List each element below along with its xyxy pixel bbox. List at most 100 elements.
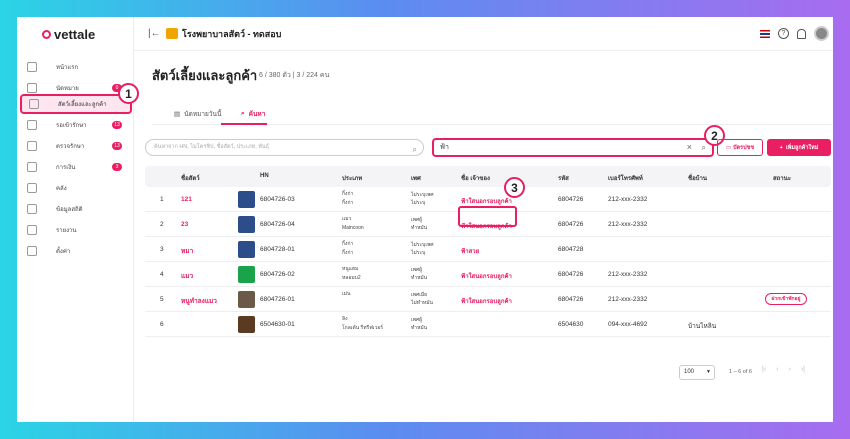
page-title: สัตว์เลี้ยงและลูกค้า (152, 68, 258, 83)
pet-name-link[interactable]: 23 (181, 221, 188, 228)
table-row[interactable]: 4 แมว 6804726-02 หนูแฮม หลอมบ2 เพศผู้ ทำหมัน ฟ้… (145, 262, 831, 287)
pet-sex: เพศเมีย (411, 292, 428, 298)
stethoscope-icon (27, 141, 37, 151)
table-row[interactable]: 3 หมา 6804728-01 กิ้งก่า กิ้งก่า ไม่ระบุเพศ ไม… (145, 237, 831, 262)
help-icon[interactable]: ? (778, 28, 789, 39)
owner-code: 6804726 (558, 271, 584, 278)
callout-1: 1 (118, 83, 139, 104)
owner-link[interactable]: ฟ้าใสนอกรอบลูกค้า (461, 271, 512, 281)
house-name: บ้านไหลิน (688, 323, 717, 330)
paw-icon (238, 241, 255, 258)
hospital-icon (166, 28, 178, 39)
tab-appointments-today[interactable]: ▤ นัดหมายวันนี้ (174, 109, 221, 119)
add-customer-button[interactable]: + เพิ่มลูกค้าใหม่ (767, 139, 831, 156)
pet-type: กิ้งก่า (342, 241, 354, 247)
search-icon[interactable]: ⌕ (413, 142, 417, 157)
pet-sex: เพศผู้ (411, 317, 423, 323)
sidebar-item-label: ข้อมูลสถิติ (56, 207, 83, 213)
sidebar-item-label: นัดหมาย (56, 86, 79, 92)
chevron-down-icon: ▼ (706, 369, 711, 375)
paw-icon (238, 191, 255, 208)
search-icon[interactable]: ⌕ (702, 140, 706, 155)
row-number: 5 (160, 296, 164, 303)
owner-search-input[interactable]: ฟ้า × ⌕ (432, 138, 714, 157)
collapse-sidebar-icon[interactable]: |← (148, 28, 161, 39)
pet-neuter: ไม่ทำหมัน (411, 300, 433, 306)
owner-link[interactable]: ฟ้าสวย (461, 246, 479, 256)
owner-phone: 212-xxx-2332 (608, 271, 648, 278)
logo[interactable]: vettale (42, 27, 95, 42)
sidebar-item-label: ตั้งค่า (56, 249, 71, 255)
hospital-name[interactable]: โรงพยาบาลสัตว์ - ทดสอบ (182, 27, 281, 41)
col-pet-name: ชื่อสัตว์ (181, 176, 200, 182)
owner-link[interactable]: ฟ้าใสนอกรอบลูกค้า (461, 296, 512, 306)
pet-name-link[interactable]: หนูทำลงแมว (181, 296, 217, 306)
queue-icon (27, 120, 37, 130)
sidebar-item-8[interactable]: รายงาน (20, 220, 132, 240)
sidebar-item-0[interactable]: หน้าแรก (20, 57, 132, 77)
owner-code: 6804726 (558, 196, 584, 203)
sidebar-item-3[interactable]: รอเข้ารักษา 13 (20, 115, 132, 135)
pet-name-link[interactable]: แมว (181, 271, 193, 281)
col-type: ประเภท (342, 176, 363, 182)
tab-search[interactable]: ⌕ ค้นหา (241, 109, 265, 119)
button-label: บัตรปชช (733, 144, 755, 151)
tab-bar: ▤ นัดหมายวันนี้ ⌕ ค้นหา (152, 105, 832, 125)
hn-value: 6804726-03 (260, 196, 295, 203)
logo-text: vettale (54, 27, 96, 42)
pet-search-input[interactable]: ค้นหาจาก HN, ไมโครชิป, ชื่อสัตว์, ประเภท… (145, 139, 424, 156)
table-row[interactable]: 5 หนูทำลงแมว 6804726-01 เม่น เพศเมีย ไม่ทำหมั… (145, 287, 831, 312)
count-badge: 13 (112, 121, 122, 129)
col-code: รหัส (558, 176, 569, 182)
pet-breed: โกลเด้น รีทรีฟเวอร์ (342, 325, 383, 331)
id-card-scan-button[interactable]: ▭ บัตรปชช (717, 139, 763, 156)
row-number: 1 (160, 196, 164, 203)
sidebar-item-7[interactable]: ข้อมูลสถิติ (20, 199, 132, 219)
pet-name-link[interactable]: 121 (181, 196, 192, 203)
pet-breed: หลอมบ2 (342, 275, 361, 281)
owner-phone: 212-xxx-2332 (608, 296, 648, 303)
logo-icon (42, 30, 51, 39)
owner-phone: 212-xxx-2332 (608, 196, 648, 203)
button-label: เพิ่มลูกค้าใหม่ (785, 144, 819, 151)
pet-sex: เพศผู้ (411, 217, 423, 223)
prev-page-icon[interactable]: ‹ (776, 366, 778, 373)
language-flag-icon[interactable] (760, 29, 770, 38)
pet-name-link[interactable]: หมา (181, 246, 193, 256)
sidebar-item-6[interactable]: คลัง (20, 178, 132, 198)
tab-label: นัดหมายวันนี้ (184, 111, 222, 118)
owner-highlight (458, 206, 517, 227)
id-card-icon: ▭ (725, 144, 732, 151)
sidebar-item-label: รอเข้ารักษา (56, 123, 87, 129)
active-tab-indicator (221, 123, 267, 125)
sidebar-item-2[interactable]: สัตว์เลี้ยงและลูกค้า (20, 94, 132, 114)
paw-icon (238, 291, 255, 308)
sidebar-item-label: หน้าแรก (56, 65, 79, 71)
sidebar-item-5[interactable]: การเงิน 3 (20, 157, 132, 177)
sidebar-item-label: การเงิน (56, 165, 76, 171)
pet-neuter: ทำหมัน (411, 325, 428, 331)
page-size-select[interactable]: 100 ▼ (679, 365, 715, 380)
owner-phone: 094-xxx-4692 (608, 321, 648, 328)
sidebar-item-4[interactable]: ตรวจรักษา 13 (20, 136, 132, 156)
owner-link[interactable]: ฟ้าใสนอกรอบลูกค้า (461, 196, 512, 206)
pet-breed: กิ้งก่า (342, 250, 354, 256)
next-page-icon[interactable]: › (789, 366, 791, 373)
bell-icon[interactable] (797, 28, 806, 39)
first-page-icon[interactable]: |‹ (762, 366, 766, 373)
sidebar-item-9[interactable]: ตั้งค่า (20, 241, 132, 261)
row-number: 2 (160, 221, 164, 228)
owner-code: 6504630 (558, 321, 584, 328)
avatar[interactable] (814, 26, 829, 41)
owner-code: 6804728 (558, 246, 584, 253)
table-row[interactable]: 6 6504630-01 ลิง โกลเด้น รีทรีฟเวอร์ เพศผู้ท… (145, 312, 831, 337)
callout-3: 3 (504, 177, 525, 198)
top-bar: |← โรงพยาบาลสัตว์ - ทดสอบ ? (134, 17, 833, 51)
clear-icon[interactable]: × (687, 140, 692, 155)
pet-sex: เพศผู้ (411, 267, 423, 273)
col-sex: เพศ (411, 176, 421, 182)
paw-icon (238, 316, 255, 333)
last-page-icon[interactable]: ›| (801, 366, 805, 373)
report-icon (27, 225, 37, 235)
sidebar-item-label: สัตว์เลี้ยงและลูกค้า (58, 102, 107, 108)
